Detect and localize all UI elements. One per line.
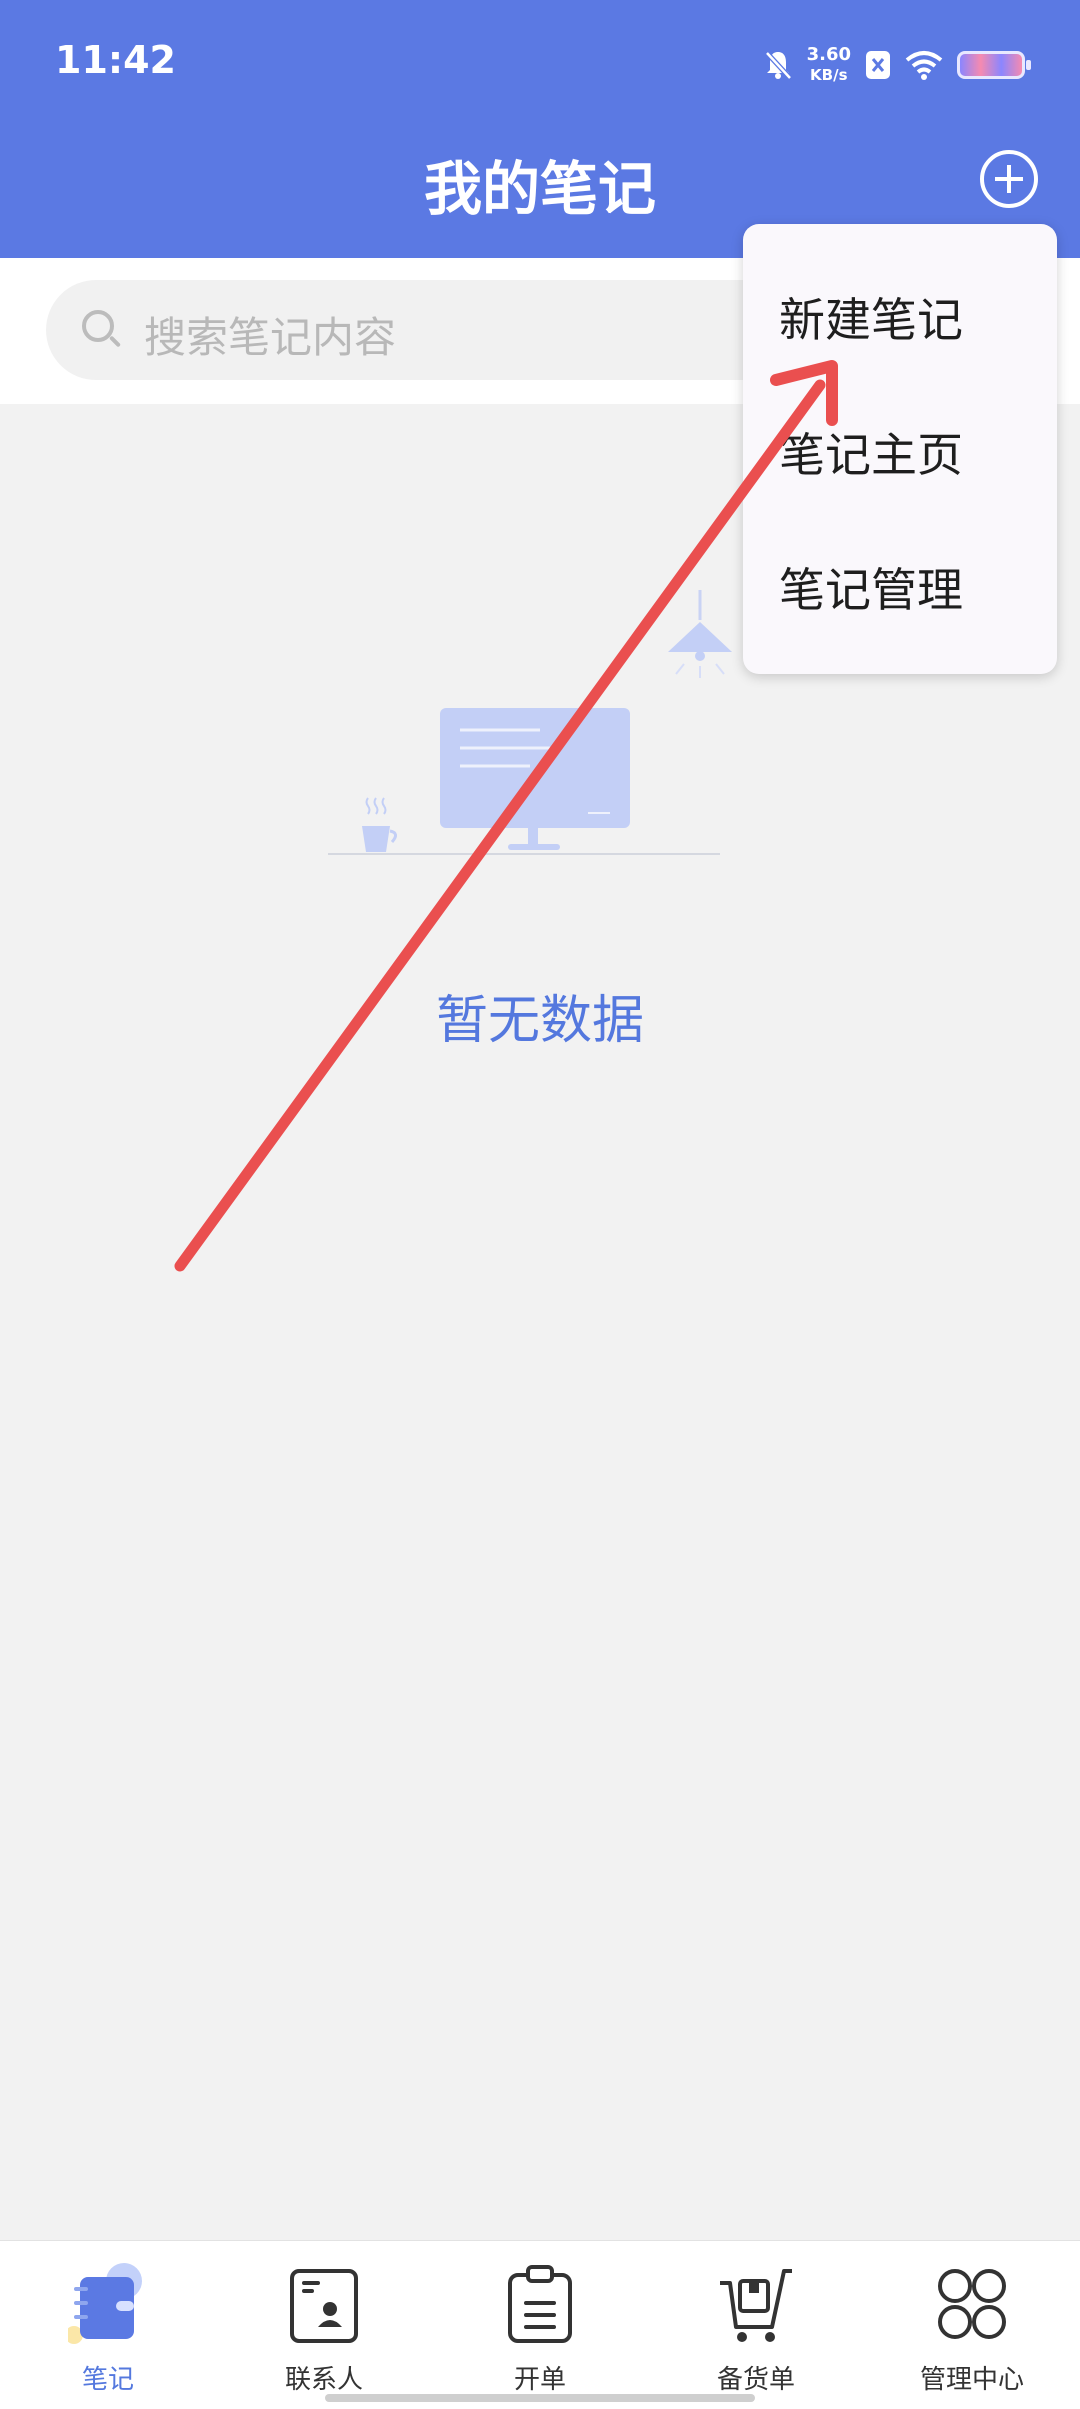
tab-management-label: 管理中心 — [919, 2365, 1024, 2395]
lamp-icon — [668, 590, 732, 678]
cart-icon — [720, 2269, 792, 2342]
tab-notes-label: 笔记 — [81, 2365, 134, 2395]
monitor-icon — [440, 708, 630, 850]
popup-menu: 新建笔记 笔记主页 笔记管理 — [743, 224, 1057, 674]
tab-stock-order[interactable]: 备货单 — [648, 2241, 864, 2409]
menu-item-note-manage[interactable]: 笔记管理 — [779, 554, 963, 620]
empty-state-illustration — [328, 590, 732, 855]
search-icon — [82, 310, 114, 342]
menu-item-note-home[interactable]: 笔记主页 — [779, 419, 963, 485]
battery-icon — [957, 51, 1031, 79]
notebook-icon — [68, 2263, 142, 2344]
tab-contacts-label: 联系人 — [284, 2365, 363, 2395]
status-time: 11:42 — [55, 38, 176, 82]
search-placeholder: 搜索笔记内容 — [144, 313, 397, 362]
network-speed: 3.60 KB/s — [806, 44, 851, 85]
wifi-icon — [905, 51, 943, 80]
tab-order[interactable]: 开单 — [432, 2241, 648, 2409]
sim-x-icon — [866, 51, 890, 79]
tab-notes[interactable]: 笔记 — [0, 2241, 216, 2409]
grid-icon — [938, 2269, 1006, 2339]
plus-circle-icon[interactable] — [980, 150, 1038, 208]
empty-state-message: 暂无数据 — [435, 991, 644, 1051]
page-title: 我的笔记 — [423, 155, 656, 223]
home-indicator[interactable] — [325, 2394, 755, 2402]
status-icons: 3.60 KB/s — [763, 42, 1031, 88]
mute-bell-icon — [764, 51, 792, 80]
menu-item-new-note[interactable]: 新建笔记 — [779, 284, 963, 350]
app-header: 11:42 3.60 KB/s 我的笔记 — [0, 0, 1080, 258]
contact-card-icon — [290, 2269, 358, 2343]
tab-management[interactable]: 管理中心 — [864, 2241, 1080, 2409]
clipboard-icon — [508, 2265, 572, 2343]
bottom-tab-bar: 笔记 联系人 开单 备货单 管理中心 — [0, 2240, 1080, 2409]
tab-order-label: 开单 — [513, 2365, 566, 2395]
tab-contacts[interactable]: 联系人 — [216, 2241, 432, 2409]
coffee-cup-icon — [362, 797, 397, 852]
tab-stock-order-label: 备货单 — [716, 2365, 795, 2395]
